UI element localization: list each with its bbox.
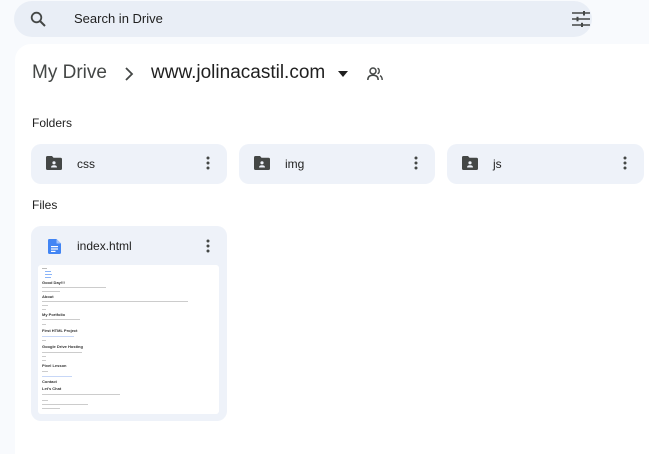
caret-down-icon[interactable] [338, 71, 348, 77]
shared-folder-icon [254, 156, 270, 170]
preview-line [45, 271, 51, 272]
preview-line [42, 371, 48, 372]
preview-heading: About [42, 294, 54, 299]
preview-heading: Google Drive Hosting [42, 344, 83, 349]
preview-line [42, 400, 48, 401]
preview-line [42, 376, 72, 377]
preview-line [42, 360, 46, 361]
folder-name: img [285, 157, 305, 171]
folders-heading: Folders [32, 116, 73, 130]
preview-line [42, 291, 60, 292]
more-vert-icon[interactable] [206, 156, 210, 170]
top-bar: Search in Drive [0, 0, 649, 44]
breadcrumb-current-folder[interactable]: www.jolinacastil.com [151, 62, 325, 84]
folder-name: css [77, 157, 95, 171]
search-bar[interactable]: Search in Drive [14, 1, 592, 37]
preview-heading: My Portfolio [42, 312, 66, 317]
preview-line [42, 404, 88, 405]
files-heading: Files [32, 198, 58, 212]
file-name: index.html [77, 239, 132, 253]
preview-line [42, 394, 120, 395]
main-content: My Drive www.jolinacastil.com Folders cs… [15, 44, 649, 454]
preview-line [45, 277, 51, 278]
preview-line [42, 268, 47, 269]
folder-item-img[interactable]: img [239, 144, 435, 184]
tune-icon[interactable] [572, 11, 590, 27]
preview-line [42, 309, 46, 310]
preview-line [45, 274, 52, 275]
shared-folder-icon [462, 156, 478, 170]
preview-line [42, 352, 82, 353]
preview-line [42, 305, 48, 306]
shared-users-icon[interactable] [367, 67, 383, 81]
preview-line [42, 301, 188, 302]
preview-heading: Good Day!!! [42, 280, 65, 285]
preview-line [42, 340, 46, 341]
preview-line [42, 324, 46, 325]
more-vert-icon[interactable] [206, 239, 210, 253]
preview-line [42, 319, 80, 320]
preview-line [42, 356, 46, 357]
preview-heading: Contact [42, 379, 57, 384]
more-vert-icon[interactable] [623, 156, 627, 170]
preview-heading: Pixel Lesson [42, 363, 67, 368]
file-card-index-html[interactable]: index.html Good Day!!! About My Portfoli… [31, 226, 227, 421]
shared-folder-icon [46, 156, 62, 170]
file-preview-thumbnail[interactable]: Good Day!!! About My Portfolio First HTM… [38, 265, 219, 414]
folder-item-js[interactable]: js [447, 144, 644, 184]
preview-heading: First HTML Project [42, 328, 78, 333]
chevron-right-icon [125, 67, 134, 81]
preview-line [42, 336, 74, 337]
search-input[interactable]: Search in Drive [74, 11, 163, 26]
document-icon [48, 239, 61, 254]
breadcrumb-my-drive[interactable]: My Drive [32, 62, 107, 84]
folder-item-css[interactable]: css [31, 144, 227, 184]
preview-line [42, 408, 60, 409]
preview-line [42, 287, 106, 288]
search-icon[interactable] [30, 11, 46, 27]
preview-heading: Let's Chat [42, 386, 62, 391]
folder-name: js [493, 157, 502, 171]
more-vert-icon[interactable] [414, 156, 418, 170]
